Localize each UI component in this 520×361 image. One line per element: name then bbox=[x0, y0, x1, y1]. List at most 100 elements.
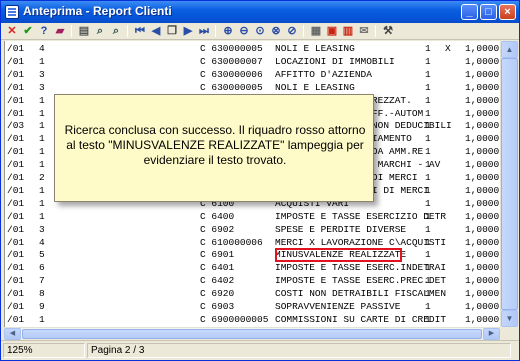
report-cell-d: COSTI NON DETRAIBILI FISCALMEN bbox=[275, 288, 447, 300]
report-cell-c: C 6901 bbox=[200, 249, 235, 261]
scroll-left-arrow-icon[interactable]: ◀ bbox=[4, 328, 21, 340]
export-icon[interactable]: ▦ bbox=[309, 24, 323, 38]
report-cell-b: 2 bbox=[39, 172, 45, 183]
tools-icon[interactable]: ⚒ bbox=[381, 24, 395, 38]
report-cell-a: /01 bbox=[7, 107, 25, 119]
book-icon[interactable]: ▰ bbox=[53, 24, 67, 38]
report-cell-e: 1 bbox=[425, 262, 431, 274]
report-cell-a: /01 bbox=[7, 313, 25, 325]
search-result-tooltip: Ricerca conclusa con successo. Il riquad… bbox=[54, 94, 374, 202]
scroll-right-arrow-icon[interactable]: ▶ bbox=[483, 328, 500, 340]
pages-icon[interactable]: ❐ bbox=[165, 24, 179, 38]
pdf-icon[interactable]: ▣ bbox=[325, 24, 339, 38]
mail-icon[interactable]: ✉ bbox=[357, 24, 371, 38]
first-page-icon[interactable]: ⏮ bbox=[133, 24, 147, 38]
toolbar-separator bbox=[303, 25, 304, 37]
report-cell-b: 1 bbox=[39, 133, 45, 145]
report-cell-d: SOPRAVVENIENZE PASSIVE bbox=[275, 301, 401, 312]
report-cell-e: 1 bbox=[425, 275, 431, 287]
find-next-icon[interactable]: ⌕ bbox=[109, 24, 123, 38]
report-cell-a: /01 bbox=[7, 275, 25, 287]
next-page-icon[interactable]: ▶ bbox=[181, 24, 195, 38]
scroll-up-arrow-icon[interactable]: ▲ bbox=[501, 41, 518, 58]
report-cell-b: 9 bbox=[39, 301, 45, 312]
page-setup-icon[interactable]: ▤ bbox=[77, 24, 91, 38]
report-cell-e: 1 bbox=[425, 313, 431, 325]
report-cell-f: X bbox=[445, 43, 451, 54]
report-cell-e: 1 bbox=[425, 301, 431, 312]
toolbar-separator bbox=[71, 25, 72, 37]
horizontal-scroll-thumb[interactable] bbox=[22, 329, 482, 339]
report-cell-b: 3 bbox=[39, 68, 45, 80]
close-button[interactable]: × bbox=[499, 4, 516, 20]
report-cell-a: /01 bbox=[7, 68, 25, 80]
report-cell-g: 1,0000 bbox=[465, 197, 500, 209]
last-page-icon[interactable]: ⏭ bbox=[197, 24, 211, 38]
report-cell-e: 1 bbox=[425, 120, 431, 132]
report-cell-g: 1,0000 bbox=[465, 55, 500, 67]
report-cell-c: C 610000006 bbox=[200, 236, 263, 248]
report-cell-a: /01 bbox=[7, 43, 25, 54]
report-cell-a: /01 bbox=[7, 55, 25, 67]
report-cell-g: 1,0000 bbox=[465, 288, 500, 300]
help-icon[interactable]: ? bbox=[37, 24, 51, 38]
zoom-width-icon[interactable]: ⊗ bbox=[269, 24, 283, 38]
report-cell-a: /01 bbox=[7, 146, 25, 158]
zoom-level: 125% bbox=[3, 343, 85, 358]
report-cell-g: 1,0000 bbox=[465, 133, 500, 145]
search-icon[interactable]: ⌕ bbox=[93, 24, 107, 38]
report-cell-e: 1 bbox=[425, 94, 431, 106]
horizontal-scrollbar[interactable]: ◀ ▶ bbox=[4, 327, 500, 340]
report-cell-g: 1,0000 bbox=[465, 107, 500, 119]
report-cell-d: COMMISSIONI SU CARTE DI CREDIT bbox=[275, 313, 447, 325]
report-cell-c: C 6903 bbox=[200, 301, 235, 312]
report-cell-d: LOCAZIONI DI IMMOBILI bbox=[275, 55, 395, 67]
zoom-out-icon[interactable]: ⊖ bbox=[237, 24, 251, 38]
report-cell-c: C 6402 bbox=[200, 275, 235, 287]
report-cell-a: /01 bbox=[7, 223, 25, 235]
report-cell-b: 4 bbox=[39, 43, 45, 54]
zoom-in-icon[interactable]: ⊕ bbox=[221, 24, 235, 38]
report-cell-a: /01 bbox=[7, 81, 25, 93]
report-cell-g: 1,0000 bbox=[465, 120, 500, 132]
report-cell-c: C 630000005 bbox=[200, 81, 263, 93]
close-icon[interactable]: ✕ bbox=[5, 24, 19, 38]
report-cell-c: C 6400 bbox=[200, 210, 235, 222]
report-cell-e: 1 bbox=[425, 223, 431, 235]
vertical-scroll-thumb[interactable] bbox=[501, 58, 518, 310]
report-cell-g: 1,0000 bbox=[465, 94, 500, 106]
report-cell-a: /03 bbox=[7, 120, 25, 132]
title-bar[interactable]: Anteprima - Report Clienti _ □ × bbox=[1, 1, 519, 23]
report-cell-a: /01 bbox=[7, 94, 25, 106]
report-cell-a: /01 bbox=[7, 249, 25, 261]
report-cell-e: 1 bbox=[425, 172, 431, 183]
report-cell-b: 1 bbox=[39, 120, 45, 132]
report-cell-d: NOLI E LEASING bbox=[275, 81, 355, 93]
previous-page-icon[interactable]: ◀ bbox=[149, 24, 163, 38]
report-cell-d: AFFITTO D'AZIENDA bbox=[275, 68, 372, 80]
excel-icon[interactable]: ▥ bbox=[341, 24, 355, 38]
report-cell-a: /01 bbox=[7, 262, 25, 274]
report-cell-a: /01 bbox=[7, 210, 25, 222]
search-highlight-box bbox=[275, 248, 402, 263]
report-cell-d: MERCI X LAVORAZIONE C\ACQUISTI bbox=[275, 236, 447, 248]
report-cell-g: 1,0000 bbox=[465, 159, 500, 171]
check-icon[interactable]: ✔ bbox=[21, 24, 35, 38]
report-cell-d: IMPOSTE E TASSE ESERC.INDETRAI bbox=[275, 262, 447, 274]
zoom-fit-icon[interactable]: ⊘ bbox=[285, 24, 299, 38]
report-cell-d: IMPOSTE E TASSE ESERC.PREC.DET bbox=[275, 275, 447, 287]
report-cell-b: 5 bbox=[39, 249, 45, 261]
minimize-button[interactable]: _ bbox=[461, 4, 478, 20]
report-cell-g: 1,0000 bbox=[465, 172, 500, 183]
report-cell-g: 1,0000 bbox=[465, 236, 500, 248]
maximize-button[interactable]: □ bbox=[480, 4, 497, 20]
report-cell-g: 1,0000 bbox=[465, 301, 500, 312]
zoom-page-icon[interactable]: ⊙ bbox=[253, 24, 267, 38]
scroll-down-arrow-icon[interactable]: ▼ bbox=[501, 310, 518, 327]
report-cell-d: IMPOSTE E TASSE ESERCIZIO DETR bbox=[275, 210, 447, 222]
report-cell-c: C 6902 bbox=[200, 223, 235, 235]
report-cell-e: 1 bbox=[425, 184, 431, 196]
report-cell-a: /01 bbox=[7, 184, 25, 196]
vertical-scrollbar[interactable]: ▲ ▼ bbox=[500, 41, 518, 327]
report-cell-c: C 630000005 bbox=[200, 43, 263, 54]
